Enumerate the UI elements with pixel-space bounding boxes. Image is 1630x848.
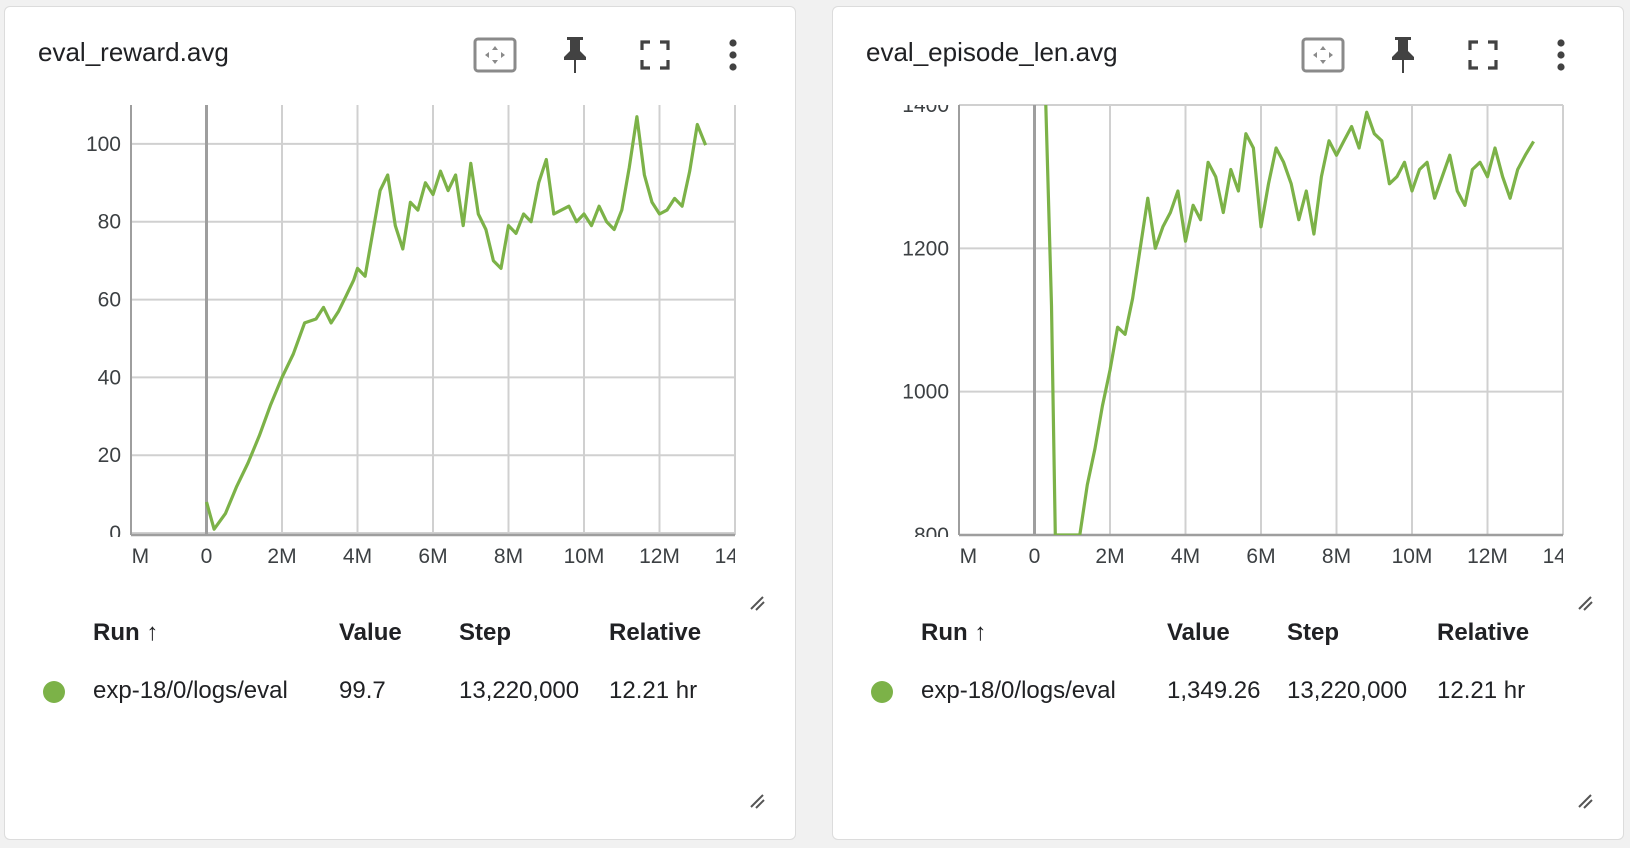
y-tick-label: 0 [109, 522, 121, 545]
run-color-cell [43, 663, 93, 705]
y-tick-label: 1400 [902, 97, 949, 117]
x-tick-label: 8M [1322, 545, 1351, 568]
y-tick-label: 60 [98, 289, 121, 312]
line-chart[interactable]: 0 20 40 60 80 100 -2M 0 2M 4M 6M 8M 10M 12M 14M [5, 97, 797, 587]
fullscreen-icon[interactable] [631, 31, 679, 79]
run-value: 1,349.26 [1167, 677, 1261, 704]
pin-icon[interactable] [1379, 31, 1427, 79]
run-step: 13,220,000 [1287, 677, 1408, 704]
run-color-cell [871, 663, 921, 705]
chart-card-eval-reward: eval_reward.avg 0 20 40 60 80 100 -2M 0 2M 4M 6M 8M… [4, 6, 796, 840]
value-column-header[interactable]: Value [1167, 619, 1287, 663]
x-tick-label: 0 [201, 545, 213, 568]
series-line [1044, 105, 1535, 535]
run-step: 13,220,000 [459, 677, 580, 704]
table-header-row: Run ↑ Value Step Relative [43, 619, 701, 663]
chart-resize-handle[interactable] [747, 593, 767, 613]
y-tick-label: 800 [914, 524, 949, 547]
relative-column-header[interactable]: Relative [609, 619, 701, 663]
run-color-dot [871, 680, 893, 703]
run-name: exp-18/0/logs/eval [921, 677, 1116, 704]
chart-svg: 020406080100-2M 0 2M 4M 6M 8M 10M 12M 14M [86, 105, 756, 568]
x-tick-label: 14M [1543, 545, 1584, 568]
x-tick-label: 4M [343, 545, 372, 568]
color-column-header [43, 619, 93, 663]
y-tick-label: 1000 [902, 381, 949, 404]
chart-card-eval-episode-len: eval_episode_len.avg 800 1000 1200 1400 -2M 0… [832, 6, 1624, 840]
x-tick-label: 12M [1467, 545, 1508, 568]
chart-resize-handle[interactable] [1575, 593, 1595, 613]
card-toolbar [1283, 31, 1623, 79]
table-header-row: Run ↑ Value Step Relative [871, 619, 1529, 663]
relative-column-header[interactable]: Relative [1437, 619, 1529, 663]
x-tick-label: 0 [1029, 545, 1041, 568]
card-resize-handle[interactable] [747, 791, 767, 811]
x-tick-label: 6M [418, 545, 447, 568]
pin-icon[interactable] [551, 31, 599, 79]
y-tick-labels: 800 1000 1200 1400 [902, 97, 949, 547]
run-column-header[interactable]: Run ↑ [921, 619, 1167, 663]
x-tick-label: 6M [1246, 545, 1275, 568]
chart-svg: 800 1000 1200 1400 -2M 0 2M 4M 6M 8M 10M 12M 14M [902, 97, 1584, 568]
value-column-header[interactable]: Value [339, 619, 459, 663]
line-chart[interactable]: 800 1000 1200 1400 -2M 0 2M 4M 6M 8M 10M 12M 14M [833, 97, 1625, 587]
y-tick-label: 20 [98, 444, 121, 467]
step-column-header[interactable]: Step [459, 619, 609, 663]
x-tick-label: 12M [639, 545, 680, 568]
table-row: exp-18/0/logs/eval 99.7 13,220,000 12.21… [43, 663, 701, 705]
y-tick-label: 40 [98, 366, 121, 389]
run-color-dot [43, 680, 65, 703]
run-relative: 12.21 hr [609, 677, 698, 704]
card-title: eval_episode_len.avg [866, 37, 1118, 67]
x-tick-label: -2M [113, 545, 149, 568]
y-tick-labels: 0 20 40 60 80 100 [86, 133, 121, 545]
card-title: eval_reward.avg [38, 37, 229, 67]
fit-to-domain-icon[interactable] [1299, 31, 1347, 79]
x-tick-labels: -2M 0 2M 4M 6M 8M 10M 12M 14M [941, 545, 1584, 568]
card-resize-handle[interactable] [1575, 791, 1595, 811]
step-column-header[interactable]: Step [1287, 619, 1437, 663]
x-tick-label: 4M [1171, 545, 1200, 568]
x-tick-label: 2M [1095, 545, 1124, 568]
more-vert-icon[interactable] [709, 31, 757, 79]
y-tick-label: 80 [98, 211, 121, 234]
y-tick-label: 1200 [902, 237, 949, 260]
runs-table: Run ↑ Value Step Relative exp-18/0/logs/… [871, 619, 1529, 705]
color-column-header [871, 619, 921, 663]
table-row: exp-18/0/logs/eval 1,349.26 13,220,000 1… [871, 663, 1529, 705]
runs-table: Run ↑ Value Step Relative exp-18/0/logs/… [43, 619, 701, 705]
x-tick-labels: -2M 0 2M 4M 6M 8M 10M 12M 14M [113, 545, 756, 568]
more-vert-icon[interactable] [1537, 31, 1585, 79]
x-tick-label: 8M [494, 545, 523, 568]
series-group [1044, 105, 1535, 535]
run-name: exp-18/0/logs/eval [93, 677, 288, 704]
x-tick-label: 14M [715, 545, 756, 568]
y-tick-label: 100 [86, 133, 121, 156]
x-tick-label: 2M [267, 545, 296, 568]
run-relative: 12.21 hr [1437, 677, 1526, 704]
run-column-header[interactable]: Run ↑ [93, 619, 339, 663]
run-value: 99.7 [339, 677, 386, 704]
x-tick-label: 10M [1392, 545, 1433, 568]
x-tick-label: -2M [941, 545, 977, 568]
card-toolbar [455, 31, 795, 79]
fit-to-domain-icon[interactable] [471, 31, 519, 79]
fullscreen-icon[interactable] [1459, 31, 1507, 79]
x-tick-label: 10M [564, 545, 605, 568]
